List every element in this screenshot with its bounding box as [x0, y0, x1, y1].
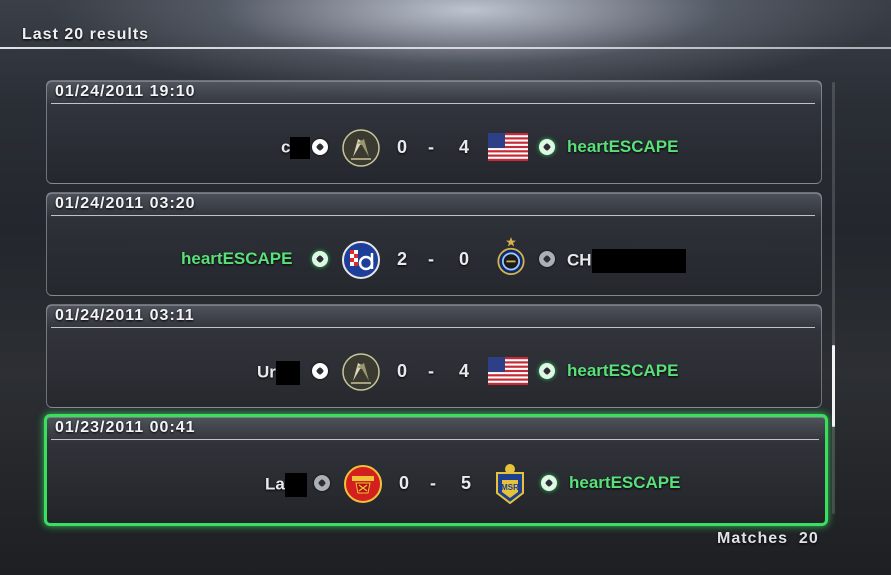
- home-score: 0: [397, 361, 408, 381]
- ball-icon: [312, 139, 328, 155]
- home-score: 2: [397, 249, 408, 269]
- match-date: 01/24/2011 19:10: [55, 83, 196, 100]
- matches-count: Matches 20: [717, 530, 819, 547]
- home-player-name: Ur: [257, 361, 300, 385]
- usa-flag-icon: [488, 357, 528, 385]
- svg-text:MSR: MSR: [501, 483, 519, 492]
- ball-icon: [539, 251, 555, 267]
- result-card-selected[interactable]: 01/23/2011 00:41 La 0 - 5 MSR heartESCAP…: [44, 414, 828, 526]
- msr-crest-icon: MSR: [496, 464, 524, 505]
- card-divider: [51, 103, 815, 104]
- ball-icon: [539, 363, 555, 379]
- card-divider: [51, 327, 815, 328]
- redaction-box: [591, 249, 686, 273]
- match-date: 01/23/2011 00:41: [55, 419, 196, 436]
- redaction-box: [275, 361, 300, 385]
- title-divider: [0, 47, 891, 49]
- inter-crest-icon: [497, 237, 525, 275]
- ball-icon: [541, 475, 557, 491]
- card-divider: [51, 439, 819, 440]
- away-score: 4: [459, 361, 470, 381]
- away-score: 0: [459, 249, 470, 269]
- redaction-box: [284, 473, 307, 497]
- match-date: 01/24/2011 03:20: [55, 195, 196, 212]
- flags-crest-icon: [342, 353, 380, 391]
- score-separator: -: [430, 473, 436, 493]
- result-card[interactable]: 01/24/2011 03:11 Ur 0 - 4 heartESCAPE: [46, 304, 822, 408]
- result-card[interactable]: 01/24/2011 03:20 heartESCAPE 2 - 0 CH: [46, 192, 822, 296]
- ball-icon: [312, 251, 328, 267]
- home-player-name: c: [281, 137, 311, 159]
- ball-icon: [314, 475, 330, 491]
- scrollbar-thumb[interactable]: [832, 345, 835, 427]
- score-separator: -: [428, 361, 434, 381]
- dinamo-zagreb-crest-icon: [342, 241, 380, 279]
- result-row: c 0 - 4 heartESCAPE: [47, 129, 821, 167]
- away-player-name: CH: [567, 249, 686, 273]
- match-date: 01/24/2011 03:11: [55, 307, 195, 324]
- usa-flag-icon: [488, 133, 528, 161]
- ball-icon: [312, 363, 328, 379]
- score-separator: -: [428, 137, 434, 157]
- away-player-name: heartESCAPE: [567, 137, 679, 156]
- scrollbar-track[interactable]: [832, 82, 835, 514]
- home-player-name: La: [265, 473, 307, 497]
- screen-title: Last 20 results: [22, 26, 150, 43]
- manchester-united-crest-icon: [344, 465, 382, 503]
- result-row: La 0 - 5 MSR heartESCAPE: [49, 464, 825, 505]
- flags-crest-icon: [342, 129, 380, 167]
- score-separator: -: [428, 249, 434, 269]
- away-score: 4: [459, 137, 470, 157]
- result-row: Ur 0 - 4 heartESCAPE: [47, 353, 821, 391]
- result-row: heartESCAPE 2 - 0 CH: [47, 237, 821, 279]
- away-score: 5: [461, 473, 472, 493]
- home-score: 0: [397, 137, 408, 157]
- redaction-box: [290, 137, 311, 159]
- away-player-name: heartESCAPE: [569, 473, 681, 492]
- page-background: Last 20 results 01/24/2011 19:10 c 0 - 4: [0, 0, 891, 575]
- ball-icon: [539, 139, 555, 155]
- home-player-name: heartESCAPE: [181, 249, 293, 268]
- away-player-name: heartESCAPE: [567, 361, 679, 380]
- card-divider: [51, 215, 815, 216]
- home-score: 0: [399, 473, 410, 493]
- result-card[interactable]: 01/24/2011 19:10 c 0 - 4 heartESCAPE: [46, 80, 822, 184]
